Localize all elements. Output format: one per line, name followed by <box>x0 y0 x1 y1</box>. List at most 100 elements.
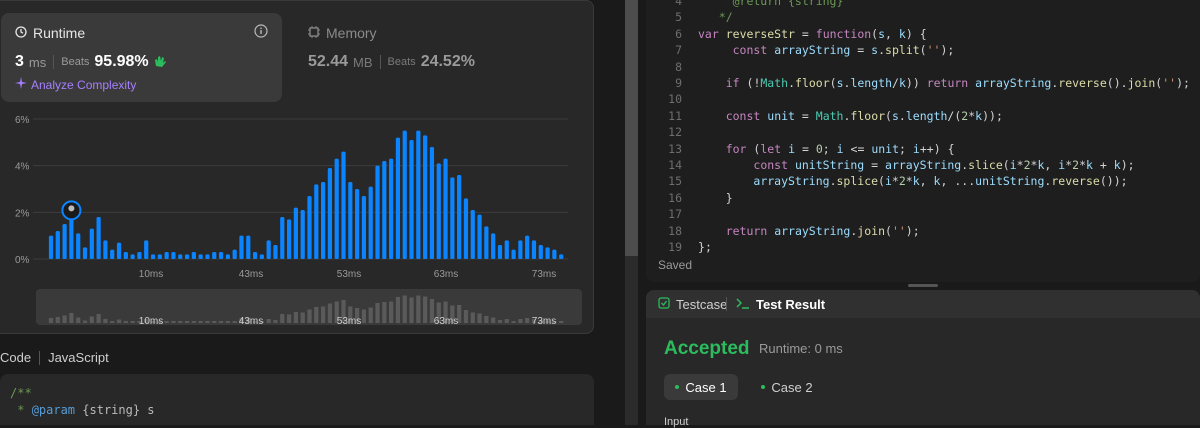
chart-bar[interactable] <box>212 252 217 259</box>
runtime-distribution-chart[interactable]: 6% 4% 2% 0% 10ms 43ms 53ms 63ms 73ms 10ms 43ms 53ms… <box>0 1 595 335</box>
chart-bar[interactable] <box>293 207 299 259</box>
chart-bar[interactable] <box>484 226 489 259</box>
chart-bar[interactable] <box>395 137 401 259</box>
chart-bar[interactable] <box>525 235 530 259</box>
chart-bar[interactable] <box>191 252 196 259</box>
chart-bar[interactable] <box>327 168 333 259</box>
chart-bar[interactable] <box>273 245 278 259</box>
chart-bar[interactable] <box>389 158 394 259</box>
editor-line[interactable]: 17 <box>646 206 1200 223</box>
tab-testcase[interactable]: Testcase <box>676 297 727 312</box>
chart-bar[interactable] <box>225 254 230 259</box>
case-1-button[interactable]: Case 1 <box>664 374 738 400</box>
chart-bar[interactable] <box>164 252 169 259</box>
chart-bar[interactable] <box>198 254 203 259</box>
editor-line[interactable]: 7 const arrayString = s.split(''); <box>646 42 1200 59</box>
chart-bar[interactable] <box>409 140 414 259</box>
chart-bar[interactable] <box>552 249 557 259</box>
editor-line[interactable]: 6 var reverseStr = function(s, k) { <box>646 26 1200 43</box>
tab-language[interactable]: JavaScript <box>48 350 109 365</box>
chart-bar[interactable] <box>531 240 537 259</box>
editor-line[interactable]: 13 for (let i = 0; i <= unit; i++) { <box>646 141 1200 158</box>
chart-bar[interactable] <box>375 165 380 259</box>
chart-bar[interactable] <box>511 249 516 259</box>
chart-bar[interactable] <box>205 254 210 259</box>
chart-bar[interactable] <box>457 175 462 259</box>
chart-bar[interactable] <box>103 240 108 259</box>
chart-bar[interactable] <box>368 186 373 259</box>
chart-bar[interactable] <box>416 130 421 259</box>
editor-line[interactable]: 8 <box>646 59 1200 76</box>
chart-bar[interactable] <box>538 245 543 259</box>
editor-line[interactable]: 14 const unitString = arrayString.slice(… <box>646 157 1200 174</box>
editor-line[interactable]: 18 return arrayString.join(''); <box>646 223 1200 240</box>
chart-bar[interactable] <box>382 161 387 259</box>
chart-bar[interactable] <box>157 254 162 259</box>
chart-bar[interactable] <box>110 249 115 259</box>
tab-code[interactable]: Code <box>0 350 31 365</box>
resize-divider[interactable] <box>646 282 1200 290</box>
chart-bar[interactable] <box>286 219 292 259</box>
chart-bar[interactable] <box>89 228 94 259</box>
chart-bar[interactable] <box>130 254 135 259</box>
chart-bar[interactable] <box>559 254 564 259</box>
chart-bar[interactable] <box>82 247 88 259</box>
chart-bar[interactable] <box>232 249 237 259</box>
case-2-button[interactable]: Case 2 <box>750 374 824 400</box>
chart-bar[interactable] <box>123 252 128 259</box>
code-editor[interactable]: 4 @return {string} 5 */6 var reverseStr = … <box>646 0 1200 282</box>
chart-bar[interactable] <box>184 254 190 259</box>
scrollbar-thumb[interactable] <box>625 0 638 256</box>
chart-bar[interactable] <box>320 182 326 259</box>
chart-bar[interactable] <box>116 242 122 259</box>
chart-bar[interactable] <box>334 158 339 259</box>
chart-bar[interactable] <box>171 252 176 259</box>
chart-bar[interactable] <box>307 196 312 259</box>
chart-bar[interactable] <box>246 235 251 259</box>
chart-bar[interactable] <box>504 240 509 259</box>
chart-bar[interactable] <box>314 184 319 259</box>
chart-bar[interactable] <box>178 254 183 259</box>
chart-bar[interactable] <box>402 130 407 259</box>
chart-bar[interactable] <box>497 245 503 259</box>
editor-line[interactable]: 15 arrayString.splice(i*2*k, k, ...unitS… <box>646 173 1200 190</box>
chart-bar[interactable] <box>144 240 149 259</box>
chart-bar[interactable] <box>55 231 60 259</box>
chart-bar[interactable] <box>266 240 271 259</box>
editor-line[interactable]: 9 if (!Math.floor(s.length/k)) return ar… <box>646 75 1200 92</box>
chart-bar[interactable] <box>348 182 353 259</box>
chart-bar[interactable] <box>341 151 346 259</box>
editor-line[interactable]: 12 <box>646 124 1200 141</box>
chart-bar[interactable] <box>48 235 54 259</box>
chart-bar[interactable] <box>491 233 496 259</box>
chart-bar[interactable] <box>218 252 224 259</box>
chart-bar[interactable] <box>436 163 441 259</box>
chart-bar[interactable] <box>62 224 67 259</box>
chart-bar[interactable] <box>280 217 285 259</box>
chart-bar[interactable] <box>137 252 142 259</box>
chart-bar[interactable] <box>477 214 482 259</box>
editor-line[interactable]: 5 */ <box>646 9 1200 26</box>
tab-test-result[interactable]: Test Result <box>756 297 825 312</box>
chart-bar[interactable] <box>450 177 455 259</box>
chart-bar[interactable] <box>423 135 428 259</box>
chart-bar[interactable] <box>470 210 475 259</box>
editor-line[interactable]: 16 } <box>646 190 1200 207</box>
chart-bar[interactable] <box>150 254 156 259</box>
chart-bar[interactable] <box>429 147 435 259</box>
chart-bar[interactable] <box>545 247 550 259</box>
chart-bar[interactable] <box>518 240 523 259</box>
chart-bar[interactable] <box>355 189 360 259</box>
chart-bar[interactable] <box>252 252 258 259</box>
chart-bar[interactable] <box>239 235 244 259</box>
chart-bar[interactable] <box>463 198 469 259</box>
chart-bar[interactable] <box>259 254 264 259</box>
editor-line[interactable]: 19}; <box>646 239 1200 256</box>
chart-bar[interactable] <box>361 196 367 259</box>
chart-bar[interactable] <box>96 217 101 259</box>
chart-bar[interactable] <box>76 233 81 259</box>
editor-line[interactable]: 10 <box>646 91 1200 108</box>
chart-bar[interactable] <box>443 158 448 259</box>
editor-line[interactable]: 11 const unit = Math.floor(s.length/(2*k… <box>646 108 1200 125</box>
chart-bar[interactable] <box>300 210 305 259</box>
